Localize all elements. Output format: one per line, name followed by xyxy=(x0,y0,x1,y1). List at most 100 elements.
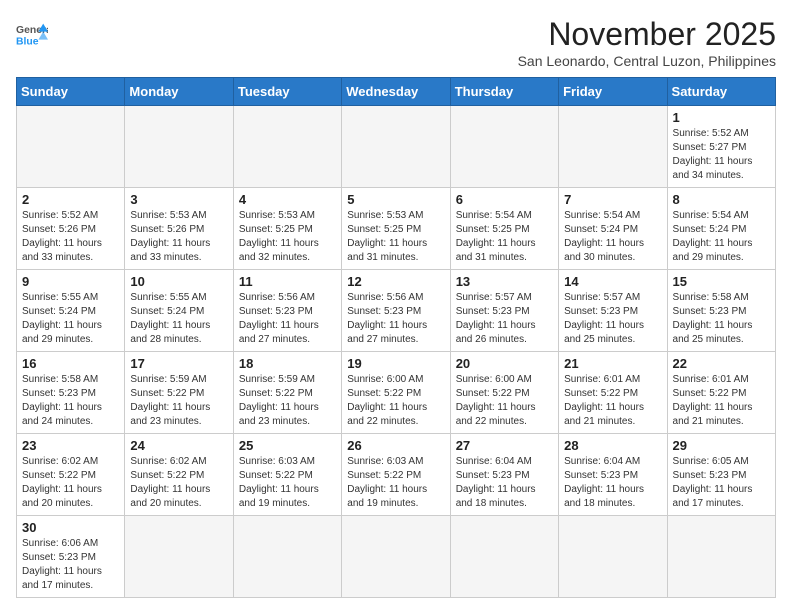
weekday-header-wednesday: Wednesday xyxy=(342,78,450,106)
day-info: Sunrise: 5:55 AM Sunset: 5:24 PM Dayligh… xyxy=(22,291,119,347)
calendar-cell: 11 Sunrise: 5:56 AM Sunset: 5:23 PM Dayli… xyxy=(233,270,341,352)
calendar-cell: 15 Sunrise: 5:58 AM Sunset: 5:23 PM Dayli… xyxy=(667,270,775,352)
day-number: 11 xyxy=(239,274,336,289)
day-number: 21 xyxy=(564,356,661,371)
calendar-cell: 13 Sunrise: 5:57 AM Sunset: 5:23 PM Dayli… xyxy=(450,270,558,352)
day-number: 20 xyxy=(456,356,553,371)
calendar-cell: 1 Sunrise: 5:52 AM Sunset: 5:27 PM Daylig… xyxy=(667,106,775,188)
calendar-cell: 17 Sunrise: 5:59 AM Sunset: 5:22 PM Dayli… xyxy=(125,352,233,434)
day-info: Sunrise: 5:56 AM Sunset: 5:23 PM Dayligh… xyxy=(347,291,444,347)
day-number: 3 xyxy=(130,192,227,207)
calendar-cell xyxy=(342,106,450,188)
day-number: 28 xyxy=(564,438,661,453)
day-number: 24 xyxy=(130,438,227,453)
day-info: Sunrise: 5:53 AM Sunset: 5:25 PM Dayligh… xyxy=(239,209,336,265)
day-info: Sunrise: 5:59 AM Sunset: 5:22 PM Dayligh… xyxy=(130,373,227,429)
day-number: 16 xyxy=(22,356,119,371)
day-info: Sunrise: 5:54 AM Sunset: 5:25 PM Dayligh… xyxy=(456,209,553,265)
calendar-cell: 6 Sunrise: 5:54 AM Sunset: 5:25 PM Daylig… xyxy=(450,188,558,270)
day-number: 22 xyxy=(673,356,770,371)
day-number: 10 xyxy=(130,274,227,289)
calendar-cell: 12 Sunrise: 5:56 AM Sunset: 5:23 PM Dayli… xyxy=(342,270,450,352)
calendar-cell: 9 Sunrise: 5:55 AM Sunset: 5:24 PM Daylig… xyxy=(17,270,125,352)
weekday-header-row: SundayMondayTuesdayWednesdayThursdayFrid… xyxy=(17,78,776,106)
calendar-cell: 21 Sunrise: 6:01 AM Sunset: 5:22 PM Dayli… xyxy=(559,352,667,434)
calendar-cell: 18Sunrise: 5:59 AM Sunset: 5:22 PM Dayli… xyxy=(233,352,341,434)
day-info: Sunrise: 5:53 AM Sunset: 5:25 PM Dayligh… xyxy=(347,209,444,265)
day-number: 23 xyxy=(22,438,119,453)
weekday-header-monday: Monday xyxy=(125,78,233,106)
day-number: 2 xyxy=(22,192,119,207)
location-title: San Leonardo, Central Luzon, Philippines xyxy=(518,53,776,69)
day-number: 5 xyxy=(347,192,444,207)
calendar-cell: 3 Sunrise: 5:53 AM Sunset: 5:26 PM Daylig… xyxy=(125,188,233,270)
calendar-cell: 23 Sunrise: 6:02 AM Sunset: 5:22 PM Dayli… xyxy=(17,434,125,516)
calendar-cell: 20 Sunrise: 6:00 AM Sunset: 5:22 PM Dayli… xyxy=(450,352,558,434)
day-info: Sunrise: 5:54 AM Sunset: 5:24 PM Dayligh… xyxy=(673,209,770,265)
day-info: Sunrise: 6:01 AM Sunset: 5:22 PM Dayligh… xyxy=(564,373,661,429)
calendar-cell xyxy=(559,106,667,188)
calendar-week-row: 2 Sunrise: 5:52 AM Sunset: 5:26 PM Daylig… xyxy=(17,188,776,270)
day-info: Sunrise: 6:03 AM Sunset: 5:22 PM Dayligh… xyxy=(347,455,444,511)
day-info: Sunrise: 5:59 AM Sunset: 5:22 PM Dayligh… xyxy=(239,373,336,429)
calendar-cell xyxy=(125,516,233,598)
day-number: 7 xyxy=(564,192,661,207)
day-info: Sunrise: 6:02 AM Sunset: 5:22 PM Dayligh… xyxy=(22,455,119,511)
day-number: 12 xyxy=(347,274,444,289)
day-info: Sunrise: 5:54 AM Sunset: 5:24 PM Dayligh… xyxy=(564,209,661,265)
day-number: 4 xyxy=(239,192,336,207)
calendar-cell: 7 Sunrise: 5:54 AM Sunset: 5:24 PM Daylig… xyxy=(559,188,667,270)
day-number: 17 xyxy=(130,356,227,371)
calendar-cell: 16Sunrise: 5:58 AM Sunset: 5:23 PM Dayli… xyxy=(17,352,125,434)
calendar-cell xyxy=(342,516,450,598)
calendar-cell: 4 Sunrise: 5:53 AM Sunset: 5:25 PM Daylig… xyxy=(233,188,341,270)
day-info: Sunrise: 6:02 AM Sunset: 5:22 PM Dayligh… xyxy=(130,455,227,511)
day-number: 29 xyxy=(673,438,770,453)
calendar-table: SundayMondayTuesdayWednesdayThursdayFrid… xyxy=(16,77,776,598)
day-number: 1 xyxy=(673,110,770,125)
weekday-header-saturday: Saturday xyxy=(667,78,775,106)
day-info: Sunrise: 5:55 AM Sunset: 5:24 PM Dayligh… xyxy=(130,291,227,347)
day-info: Sunrise: 5:57 AM Sunset: 5:23 PM Dayligh… xyxy=(564,291,661,347)
day-info: Sunrise: 5:52 AM Sunset: 5:26 PM Dayligh… xyxy=(22,209,119,265)
day-number: 19 xyxy=(347,356,444,371)
day-info: Sunrise: 6:00 AM Sunset: 5:22 PM Dayligh… xyxy=(456,373,553,429)
calendar-cell: 29 Sunrise: 6:05 AM Sunset: 5:23 PM Dayli… xyxy=(667,434,775,516)
day-number: 25 xyxy=(239,438,336,453)
calendar-cell: 2 Sunrise: 5:52 AM Sunset: 5:26 PM Daylig… xyxy=(17,188,125,270)
calendar-cell: 26Sunrise: 6:03 AM Sunset: 5:22 PM Dayli… xyxy=(342,434,450,516)
day-info: Sunrise: 5:58 AM Sunset: 5:23 PM Dayligh… xyxy=(673,291,770,347)
month-title: November 2025 xyxy=(518,16,776,53)
calendar-cell: 30Sunrise: 6:06 AM Sunset: 5:23 PM Dayli… xyxy=(17,516,125,598)
logo: General Blue xyxy=(16,20,48,48)
day-number: 15 xyxy=(673,274,770,289)
weekday-header-tuesday: Tuesday xyxy=(233,78,341,106)
calendar-cell xyxy=(450,106,558,188)
day-number: 6 xyxy=(456,192,553,207)
day-number: 30 xyxy=(22,520,119,535)
day-number: 27 xyxy=(456,438,553,453)
svg-text:Blue: Blue xyxy=(16,36,39,47)
day-number: 14 xyxy=(564,274,661,289)
day-info: Sunrise: 5:52 AM Sunset: 5:27 PM Dayligh… xyxy=(673,127,770,183)
day-info: Sunrise: 5:56 AM Sunset: 5:23 PM Dayligh… xyxy=(239,291,336,347)
calendar-week-row: 16Sunrise: 5:58 AM Sunset: 5:23 PM Dayli… xyxy=(17,352,776,434)
calendar-cell: 8Sunrise: 5:54 AM Sunset: 5:24 PM Daylig… xyxy=(667,188,775,270)
calendar-cell: 14 Sunrise: 5:57 AM Sunset: 5:23 PM Dayli… xyxy=(559,270,667,352)
day-info: Sunrise: 5:57 AM Sunset: 5:23 PM Dayligh… xyxy=(456,291,553,347)
calendar-cell xyxy=(450,516,558,598)
calendar-week-row: 30Sunrise: 6:06 AM Sunset: 5:23 PM Dayli… xyxy=(17,516,776,598)
weekday-header-sunday: Sunday xyxy=(17,78,125,106)
day-info: Sunrise: 5:53 AM Sunset: 5:26 PM Dayligh… xyxy=(130,209,227,265)
calendar-cell: 22Sunrise: 6:01 AM Sunset: 5:22 PM Dayli… xyxy=(667,352,775,434)
calendar-cell: 28 Sunrise: 6:04 AM Sunset: 5:23 PM Dayli… xyxy=(559,434,667,516)
day-info: Sunrise: 6:03 AM Sunset: 5:22 PM Dayligh… xyxy=(239,455,336,511)
day-info: Sunrise: 6:04 AM Sunset: 5:23 PM Dayligh… xyxy=(564,455,661,511)
calendar-week-row: 23 Sunrise: 6:02 AM Sunset: 5:22 PM Dayli… xyxy=(17,434,776,516)
day-info: Sunrise: 6:05 AM Sunset: 5:23 PM Dayligh… xyxy=(673,455,770,511)
calendar-week-row: 1 Sunrise: 5:52 AM Sunset: 5:27 PM Daylig… xyxy=(17,106,776,188)
day-number: 13 xyxy=(456,274,553,289)
calendar-cell: 5 Sunrise: 5:53 AM Sunset: 5:25 PM Daylig… xyxy=(342,188,450,270)
calendar-cell xyxy=(125,106,233,188)
day-number: 9 xyxy=(22,274,119,289)
